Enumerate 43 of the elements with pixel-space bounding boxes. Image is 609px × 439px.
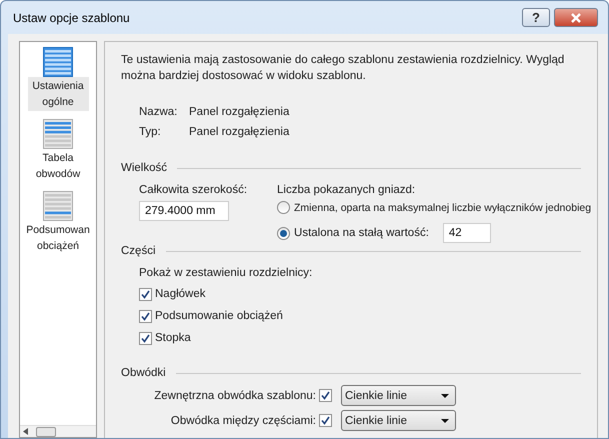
line-style-dropdown[interactable]: Cienkie linie <box>341 385 456 406</box>
caret-icon <box>441 394 449 398</box>
checkbox[interactable] <box>139 310 152 322</box>
checkbox[interactable] <box>319 389 332 402</box>
scroll-left-icon[interactable] <box>23 428 28 435</box>
window-title: Ustaw opcje szablonu <box>13 10 131 24</box>
section-heading: Obwódki <box>121 367 166 379</box>
close-icon <box>570 12 582 22</box>
field-label: Liczba pokazanych gniazd: <box>277 184 416 196</box>
info-label: Nazwa: <box>139 106 178 118</box>
line-style-dropdown[interactable]: Cienkie linie <box>341 410 456 431</box>
checkbox[interactable] <box>139 332 152 344</box>
help-button[interactable]: ? <box>522 8 550 27</box>
intro-text: Te ustawienia mają zastosowanie do całego szablonu zestawienia rozdzielnicy. Wygląd można bardziej dostosować w widoku szablonu. <box>121 53 566 84</box>
close-button[interactable] <box>554 8 598 27</box>
sidebar-item[interactable]: Tabela obwodów <box>28 149 88 183</box>
info-value: Panel rozgałęzienia <box>189 126 290 138</box>
radio-label[interactable]: Zmienna, oparta na maksymalnej liczbie wyłączników jednobieg <box>294 202 592 214</box>
info-value: Panel rozgałęzienia <box>189 106 290 118</box>
table-icon <box>43 47 73 77</box>
slot-count-field[interactable]: 42 <box>442 223 491 243</box>
group-label: Pokaż w zestawieniu rozdzielnicy: <box>139 267 314 279</box>
radio-label[interactable]: Ustalona na stałą wartość: <box>294 227 429 239</box>
table-icon <box>43 191 73 221</box>
caret-icon <box>441 418 449 422</box>
checkbox[interactable] <box>319 414 332 427</box>
section-heading: Części <box>121 245 156 257</box>
section-heading: Wielkość <box>121 162 168 174</box>
info-label: Typ: <box>139 126 162 138</box>
checkbox-label[interactable]: Podsumowanie obciążeń <box>155 310 283 322</box>
field-label: Zewnętrzna obwódka szablonu: <box>154 390 316 402</box>
radio-button[interactable] <box>277 201 290 214</box>
field-label: Obwódka między częściami: <box>170 414 316 426</box>
sidebar-item[interactable]: Podsumowan obciążeń <box>26 221 90 255</box>
checkbox[interactable] <box>139 288 152 300</box>
radio-button[interactable] <box>277 226 290 240</box>
sidebar-item[interactable]: Ustawienia ogólne <box>28 77 88 111</box>
horizontal-scrollbar[interactable] <box>20 425 96 437</box>
checkbox-label[interactable]: Nagłówek <box>155 288 206 300</box>
checkbox-label[interactable]: Stopka <box>155 332 191 344</box>
field-label: Całkowita szerokość: <box>139 184 248 196</box>
table-icon <box>43 119 73 149</box>
width-field[interactable]: 279.4000 mm <box>139 201 229 221</box>
